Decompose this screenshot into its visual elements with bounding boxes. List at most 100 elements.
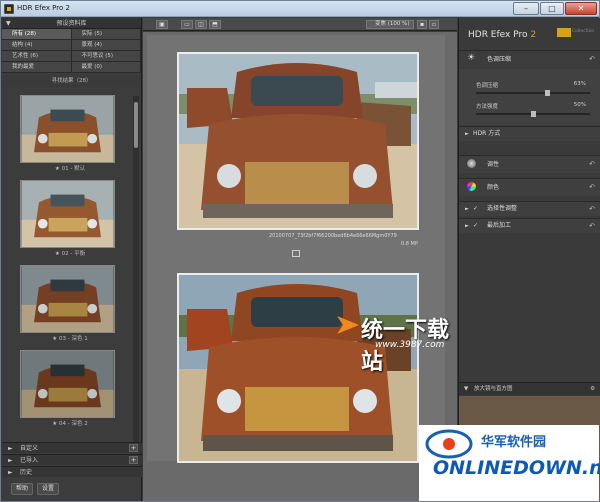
preset-thumbnail[interactable]: ★ 03 - 深色 1 — [20, 265, 120, 343]
preset-thumbnail[interactable]: ★ 01 - 默认 — [20, 95, 120, 173]
section-label: 历史 — [20, 469, 33, 476]
collapse-arrow-icon: ▼ — [6, 20, 11, 27]
zoom-dropdown[interactable]: 变焦 (100 %) — [366, 20, 414, 29]
selective-adjustments-row[interactable]: ► ✓ 选择性调整 ↶ — [459, 201, 600, 216]
slider-label: 方法强度 — [476, 104, 499, 110]
preset-caption: ★ 01 - 默认 — [54, 166, 86, 172]
thumbnail-scrollbar[interactable] — [133, 96, 139, 442]
category-all[interactable]: 所有 (28) — [2, 29, 72, 40]
minimize-button[interactable]: – — [513, 2, 539, 15]
slider-tone-compression[interactable]: 色调压缩 63% — [476, 81, 592, 99]
title-bar: HDR Efex Pro 2 – □ ✕ — [1, 1, 599, 17]
preset-preview-image — [20, 95, 115, 163]
stacked-view-icon[interactable]: ⬒ — [209, 20, 221, 29]
tone-compression-header[interactable]: ☀ 色调压缩 ↶ — [459, 50, 600, 68]
section-imported[interactable]: ► 已导入 + — [2, 454, 142, 465]
app-window: HDR Efex Pro 2 – □ ✕ ▼ 预设资料库 所有 (28) 实际 … — [0, 0, 600, 502]
window-title: HDR Efex Pro 2 — [17, 4, 70, 12]
site-arrow-logo — [337, 316, 359, 334]
truck-image — [179, 54, 417, 228]
category-realistic[interactable]: 实际 (5) — [71, 29, 141, 40]
chevron-right-icon: ► — [465, 206, 469, 212]
category-my-favorites[interactable]: 我的最爱 — [2, 62, 72, 73]
background-light-icon[interactable]: ▫ — [429, 20, 439, 29]
slider-method-strength[interactable]: 方法强度 50% — [476, 102, 592, 120]
settings-button[interactable]: 设置 — [37, 483, 59, 495]
brand-title: HDR Efex Pro 2 — [468, 30, 536, 40]
loupe-label: 放大镜与直方图 — [474, 386, 513, 392]
preset-preview-image — [20, 180, 115, 248]
section-history[interactable]: ► 历史 — [2, 466, 142, 477]
preset-caption: ★ 03 - 深色 1 — [52, 336, 88, 342]
category-structure[interactable]: 结构 (4) — [2, 40, 72, 51]
preset-caption: ★ 02 - 平衡 — [54, 251, 86, 257]
photo-filename: 20100707_73f2bf7f66200bed6b4e66e66Mgm0Y7… — [269, 233, 397, 239]
category-landscape[interactable]: 景观 (4) — [71, 40, 141, 51]
site-logo-en: ONLINEDOWN.net — [433, 457, 600, 479]
undo-icon[interactable]: ↶ — [589, 219, 595, 233]
finishing-row[interactable]: ► ✓ 最后加工 ↶ — [459, 218, 600, 233]
slider-value: 50% — [573, 102, 586, 108]
split-view-icon[interactable]: ▣ — [156, 20, 168, 29]
site-logo-cn: 华军软件园 — [481, 435, 547, 450]
background-toggle-icon[interactable]: ▪ — [417, 20, 427, 29]
section-custom[interactable]: ► 自定义 + — [2, 442, 142, 453]
category-artistic[interactable]: 艺术性 (6) — [2, 51, 72, 62]
slider-label: 色调压缩 — [476, 83, 499, 89]
single-view-icon[interactable]: ▭ — [181, 20, 193, 29]
watermark-url: www.3987.com — [375, 340, 445, 350]
search-results-label: 寻找结果（28） — [2, 76, 141, 87]
close-button[interactable]: ✕ — [565, 2, 597, 15]
undo-icon[interactable]: ↶ — [589, 179, 595, 196]
checkbox-checked-icon[interactable]: ✓ — [473, 219, 478, 233]
preset-library-title: 预设资料库 — [56, 20, 87, 27]
original-photo[interactable] — [177, 52, 419, 230]
tonality-row[interactable]: 调性 ↶ — [459, 155, 600, 173]
nik-logo — [557, 28, 571, 37]
expand-arrow-icon: ► — [8, 445, 13, 452]
category-grid: 所有 (28) 实际 (5) 结构 (4) 景观 (4) 艺术性 (6) 不可思… — [2, 29, 141, 73]
expand-arrow-icon: ► — [8, 457, 13, 464]
chevron-down-icon: ▼ — [464, 386, 469, 392]
undo-icon[interactable]: ↶ — [589, 156, 595, 173]
help-button[interactable]: 帮助 — [11, 483, 33, 495]
sun-icon: ☀ — [467, 53, 476, 63]
site-logo-icon — [425, 429, 473, 459]
slider-knob[interactable] — [545, 90, 551, 96]
preset-thumbnail[interactable]: ★ 02 - 平衡 — [20, 180, 120, 258]
preset-preview-image — [20, 350, 115, 418]
import-preset-button[interactable]: + — [129, 456, 138, 464]
preset-preview-image — [20, 265, 115, 333]
color-wheel-icon — [467, 182, 476, 191]
compare-icon[interactable] — [292, 250, 300, 257]
preset-library-header[interactable]: ▼ 预设资料库 — [2, 18, 141, 29]
brand-name: HDR Efex Pro — [468, 30, 528, 40]
preset-thumbnail-list: ★ 01 - 默认 ★ 02 - 平衡 ★ 03 - 深色 1 ★ 04 - 深… — [20, 95, 120, 439]
add-preset-button[interactable]: + — [129, 444, 138, 452]
category-surreal[interactable]: 不可思议 (5) — [71, 51, 141, 62]
row-label: 选择性调整 — [487, 205, 518, 212]
slider-track[interactable] — [476, 92, 590, 94]
color-row[interactable]: 颜色 ↶ — [459, 178, 600, 196]
slider-knob[interactable] — [531, 111, 536, 117]
maximize-button[interactable]: □ — [540, 2, 564, 15]
row-label: 最后加工 — [487, 222, 512, 229]
slider-value: 63% — [573, 81, 586, 87]
row-label: HDR 方式 — [473, 130, 501, 137]
undo-icon[interactable]: ↶ — [589, 51, 595, 68]
collection-label: Collection — [572, 29, 595, 34]
side-by-side-icon[interactable]: ◫ — [195, 20, 207, 29]
site-logo-badge: 华军软件园 ONLINEDOWN.net — [419, 425, 600, 501]
chevron-right-icon: ► — [465, 131, 469, 137]
hdr-method-row[interactable]: ► HDR 方式 — [459, 126, 600, 141]
undo-icon[interactable]: ↶ — [589, 202, 595, 216]
loupe-options-icon[interactable]: ⚙ — [590, 383, 595, 396]
app-icon — [4, 4, 14, 14]
checkbox-checked-icon[interactable]: ✓ — [473, 202, 478, 216]
scrollbar-thumb[interactable] — [134, 102, 138, 148]
loupe-histogram-header[interactable]: ▼ 放大镜与直方图 ⚙ — [459, 382, 600, 395]
preset-thumbnail[interactable]: ★ 04 - 深色 2 — [20, 350, 120, 428]
view-toolbar: ▣ ▭ ◫ ⬒ 变焦 (100 %) ▪ ▫ — [143, 18, 457, 31]
section-label: 自定义 — [20, 445, 39, 452]
category-favorites[interactable]: 最爱 (0) — [71, 62, 141, 73]
